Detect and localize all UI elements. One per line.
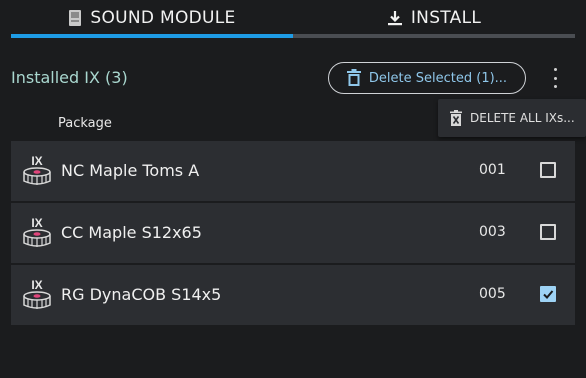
- table-row[interactable]: IX NC Maple Toms A 001: [11, 141, 575, 201]
- package-number: 001: [479, 162, 506, 178]
- drum-package-icon: IX: [21, 154, 53, 188]
- column-header-package: Package: [58, 116, 112, 131]
- download-icon: [387, 10, 403, 26]
- svg-text:IX: IX: [31, 278, 42, 292]
- tab-bar: SOUND MODULE INSTALL: [0, 0, 586, 40]
- package-number: 003: [479, 224, 506, 240]
- delete-selected-button[interactable]: Delete Selected (1)...: [328, 62, 526, 94]
- app-window: SOUND MODULE INSTALL Installed IX (3) De…: [0, 0, 586, 378]
- delete-all-menu-item[interactable]: DELETE ALL IXs...: [438, 99, 586, 137]
- drum-package-icon: IX: [21, 216, 53, 250]
- more-vert-icon[interactable]: [546, 68, 564, 88]
- tab-active-indicator: [11, 34, 293, 38]
- tab-sound-module[interactable]: SOUND MODULE: [11, 0, 293, 36]
- table-row[interactable]: IX CC Maple S12x65 003: [11, 203, 575, 263]
- section-title: Installed IX (3): [11, 68, 128, 87]
- svg-text:IX: IX: [31, 216, 42, 230]
- delete-x-icon: [450, 110, 462, 126]
- package-name: RG DynaCOB S14x5: [61, 285, 222, 304]
- table-row[interactable]: IX RG DynaCOB S14x5 005: [11, 265, 575, 325]
- package-name: CC Maple S12x65: [61, 223, 202, 242]
- row-checkbox-checked[interactable]: [540, 286, 556, 302]
- package-number: 005: [479, 286, 506, 302]
- svg-text:IX: IX: [31, 154, 42, 168]
- checkmark-icon: [543, 290, 554, 299]
- package-name: NC Maple Toms A: [61, 161, 200, 180]
- tab-sound-module-label: SOUND MODULE: [90, 8, 236, 28]
- tab-install-label: INSTALL: [410, 8, 482, 28]
- drum-package-icon: IX: [21, 278, 53, 312]
- row-checkbox[interactable]: [540, 162, 556, 178]
- trash-icon: [346, 69, 361, 87]
- tab-install[interactable]: INSTALL: [293, 0, 575, 36]
- delete-all-label: DELETE ALL IXs...: [470, 111, 575, 125]
- delete-selected-label: Delete Selected (1)...: [368, 70, 508, 86]
- row-checkbox[interactable]: [540, 224, 556, 240]
- device-icon: [68, 9, 82, 27]
